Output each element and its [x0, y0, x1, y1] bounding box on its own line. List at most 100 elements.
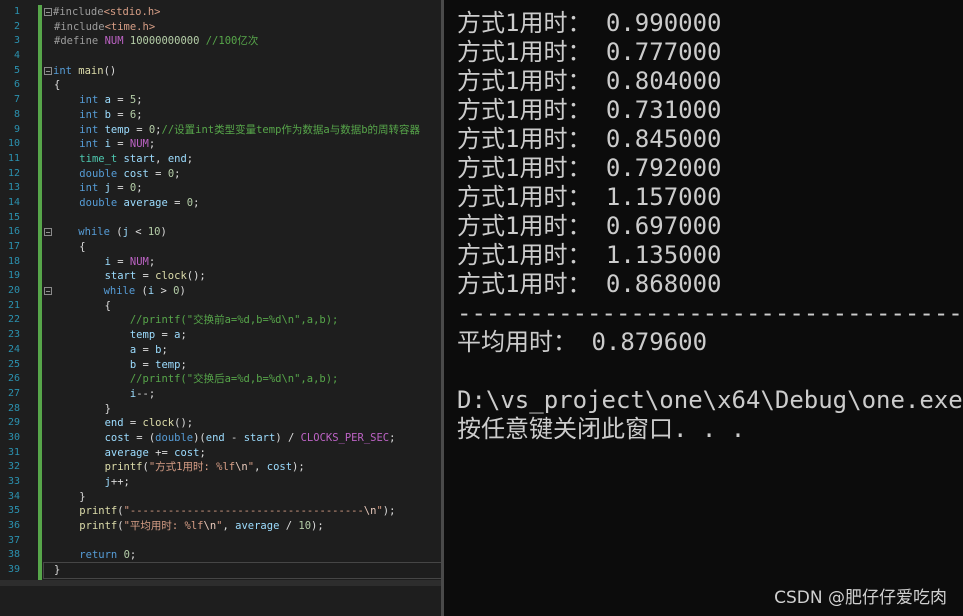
- code-line[interactable]: average += cost;: [44, 446, 441, 461]
- code-token: int: [53, 64, 72, 77]
- code-token: /: [279, 520, 299, 533]
- code-token: cost: [104, 431, 130, 444]
- code-line[interactable]: //printf("交换前a=%d,b=%d\n",a,b);: [44, 313, 441, 328]
- code-line[interactable]: }: [44, 490, 441, 505]
- code-line[interactable]: [44, 49, 441, 64]
- code-line[interactable]: − #include<stdio.h>: [44, 5, 441, 20]
- code-token: average: [235, 520, 280, 533]
- fold-toggle-icon[interactable]: −: [44, 228, 52, 237]
- code-line[interactable]: int j = 0;: [44, 181, 441, 196]
- code-token: =: [155, 329, 175, 342]
- code-token: =: [167, 196, 187, 209]
- code-line[interactable]: {: [44, 240, 441, 255]
- line-number: 35: [7, 505, 20, 517]
- code-line[interactable]: return 0;: [44, 548, 441, 563]
- code-line[interactable]: end = clock();: [44, 416, 441, 431]
- code-line[interactable]: double cost = 0;: [44, 167, 441, 182]
- line-number: 22: [7, 314, 20, 326]
- code-line[interactable]: {: [44, 78, 441, 93]
- code-line[interactable]: //printf("交换后a=%d,b=%d\n",a,b);: [44, 372, 441, 387]
- code-token: ;: [174, 167, 181, 180]
- code-area[interactable]: − #include<stdio.h> #include<time.h> #defin…: [43, 5, 441, 579]
- code-token: =: [110, 182, 130, 195]
- code-line[interactable]: − while (j < 10): [44, 225, 441, 240]
- line-number: 26: [7, 373, 20, 385]
- code-line[interactable]: cost = (double)(end - start) / CLOCKS_PE…: [44, 431, 441, 446]
- watermark-text: CSDN @肥仔仔爱吃肉: [774, 588, 947, 608]
- code-line[interactable]: int i = NUM;: [44, 137, 441, 152]
- code-line[interactable]: printf("方式1用时: %lf\n", cost);: [44, 460, 441, 475]
- line-number: 7: [13, 94, 20, 106]
- code-line[interactable]: a = b;: [44, 343, 441, 358]
- code-line[interactable]: int a = 5;: [44, 93, 441, 108]
- code-line[interactable]: j++;: [44, 475, 441, 490]
- horizontal-scrollbar[interactable]: [0, 580, 441, 586]
- code-line[interactable]: }: [43, 562, 441, 579]
- line-number: 1: [13, 6, 20, 17]
- code-token: #define: [54, 35, 105, 48]
- code-line[interactable]: time_t start, end;: [44, 152, 441, 167]
- code-line[interactable]: }: [44, 402, 441, 417]
- code-editor[interactable]: 1 2 3 4 5 6 7 8 9 10 11 12 13 14 15 16 17 18 19 20 21 22 23 24 2…: [0, 0, 441, 616]
- code-line[interactable]: printf("--------------------------------…: [44, 504, 441, 519]
- code-token: =: [148, 167, 168, 180]
- code-token: ;: [186, 152, 194, 165]
- fold-toggle-icon[interactable]: −: [44, 287, 52, 296]
- line-number: 30: [7, 431, 20, 443]
- line-number: 37: [7, 534, 20, 546]
- code-token: end: [167, 152, 187, 165]
- line-number: 13: [7, 182, 20, 194]
- code-line[interactable]: − while (i > 0): [44, 284, 441, 299]
- console-line: 方式1用时： 0.845000: [457, 125, 722, 153]
- line-number: 20: [7, 285, 20, 297]
- console-line: 平均用时： 0.879600: [457, 328, 708, 356]
- code-line[interactable]: temp = a;: [44, 328, 441, 343]
- code-token: 10000000000: [123, 35, 206, 48]
- line-number: 38: [7, 549, 20, 561]
- code-token: "方式1用时: %lf: [148, 461, 236, 474]
- code-line[interactable]: [44, 534, 441, 549]
- code-line[interactable]: − int main(): [44, 64, 441, 79]
- code-token: -: [224, 431, 244, 444]
- code-token: =: [136, 343, 156, 356]
- code-token: =: [110, 255, 130, 268]
- code-token: average: [104, 446, 149, 459]
- fold-toggle-icon[interactable]: −: [44, 8, 52, 17]
- code-line[interactable]: [44, 211, 441, 226]
- code-token: =: [123, 417, 143, 430]
- code-line[interactable]: double average = 0;: [44, 196, 441, 211]
- code-line[interactable]: printf("平均用时: %lf\n", average / 10);: [44, 519, 441, 534]
- code-token: \n: [363, 505, 377, 518]
- code-line[interactable]: i--;: [44, 387, 441, 402]
- code-line[interactable]: start = clock();: [44, 269, 441, 284]
- code-line[interactable]: int b = 6;: [44, 108, 441, 123]
- code-line[interactable]: b = temp;: [44, 358, 441, 373]
- code-line[interactable]: #include<time.h>: [44, 20, 441, 35]
- console-line: D:\vs_project\one\x64\Debug\one.exe: [457, 386, 963, 414]
- line-number: 15: [7, 211, 20, 223]
- code-token: temp: [129, 329, 156, 342]
- code-line[interactable]: {: [44, 299, 441, 314]
- code-line[interactable]: i = NUM;: [44, 255, 441, 270]
- code-token: );: [382, 505, 396, 518]
- code-token: temp: [155, 358, 181, 371]
- fold-toggle-icon[interactable]: −: [44, 66, 52, 75]
- line-number: 19: [7, 270, 20, 282]
- console-line: 方式1用时： 0.804000: [457, 67, 722, 95]
- code-token: =: [129, 123, 149, 136]
- code-token: {: [54, 79, 61, 92]
- code-line[interactable]: int temp = 0;//设置int类型变量temp作为数据a与数据b的周转…: [44, 123, 441, 138]
- code-token: //printf("交换后a=%d,b=%d\n",a,b);: [129, 373, 339, 386]
- console-window[interactable]: 方式1用时： 0.990000 方式1用时： 0.777000 方式1用时： 0.8…: [444, 0, 963, 616]
- code-line[interactable]: #define NUM 10000000000 //100亿次: [44, 34, 441, 49]
